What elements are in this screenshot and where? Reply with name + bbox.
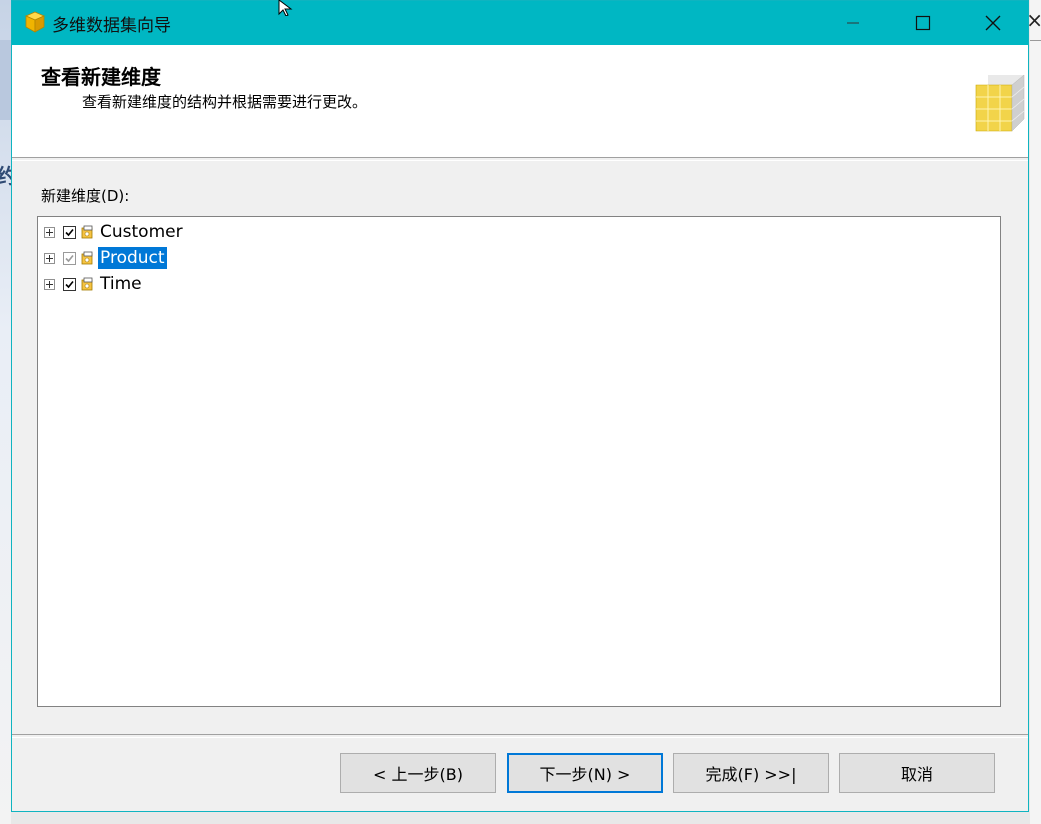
- background-app-right: ×: [1026, 0, 1041, 824]
- new-dimensions-label: 新建维度(D):: [41, 187, 130, 205]
- dimension-icon: [81, 251, 93, 265]
- previous-button[interactable]: < 上一步(B): [340, 753, 496, 793]
- background-divider: [1030, 40, 1041, 41]
- footer-divider: [12, 734, 1028, 738]
- expand-icon[interactable]: [44, 226, 55, 238]
- checkmark-icon: [65, 254, 74, 262]
- tree-item-label: Time: [100, 274, 142, 294]
- checkbox-time[interactable]: [63, 277, 76, 291]
- finish-button[interactable]: 完成(F) >>|: [673, 753, 829, 793]
- cube-icon: [25, 11, 45, 33]
- next-button[interactable]: 下一步(N) >: [507, 753, 663, 793]
- tree-item-label: Customer: [100, 222, 183, 242]
- close-icon: [985, 15, 1001, 31]
- wizard-header: 查看新建维度 查看新建维度的结构并根据需要进行更改。: [12, 45, 1028, 157]
- dimension-icon: [81, 277, 93, 291]
- minimize-button[interactable]: [818, 1, 888, 45]
- header-divider: [12, 157, 1028, 161]
- page-title: 查看新建维度: [41, 65, 161, 89]
- dimension-icon: [81, 225, 93, 239]
- dimension-tree[interactable]: Customer Product Time: [37, 216, 1001, 707]
- tree-item-customer[interactable]: Customer: [44, 220, 185, 244]
- page-subtitle: 查看新建维度的结构并根据需要进行更改。: [82, 93, 368, 111]
- close-button[interactable]: [958, 1, 1028, 45]
- tree-item-time[interactable]: Time: [44, 272, 144, 296]
- maximize-icon: [915, 15, 931, 31]
- tree-item-label: Product: [98, 247, 167, 269]
- checkmark-icon: [65, 280, 74, 288]
- checkbox-product: [63, 251, 76, 265]
- maximize-button[interactable]: [888, 1, 958, 45]
- cube-wizard-dialog: 多维数据集向导 查看新建维度 查看新建维度的结构并根据需要进行更改。 新建维度(…: [11, 0, 1029, 812]
- title-bar[interactable]: 多维数据集向导: [12, 1, 1028, 45]
- cancel-button[interactable]: 取消: [839, 753, 995, 793]
- tree-item-product[interactable]: Product: [44, 246, 167, 270]
- checkbox-customer[interactable]: [63, 225, 76, 239]
- window-title: 多维数据集向导: [52, 16, 171, 36]
- minimize-icon: [847, 22, 859, 24]
- cube-grid-icon: [975, 74, 1025, 132]
- expand-icon[interactable]: [44, 252, 55, 264]
- checkmark-icon: [65, 228, 74, 236]
- mouse-pointer-icon: [278, 0, 293, 16]
- background-app-left: 约: [0, 0, 17, 824]
- expand-icon[interactable]: [44, 278, 55, 290]
- background-panel: [0, 40, 11, 120]
